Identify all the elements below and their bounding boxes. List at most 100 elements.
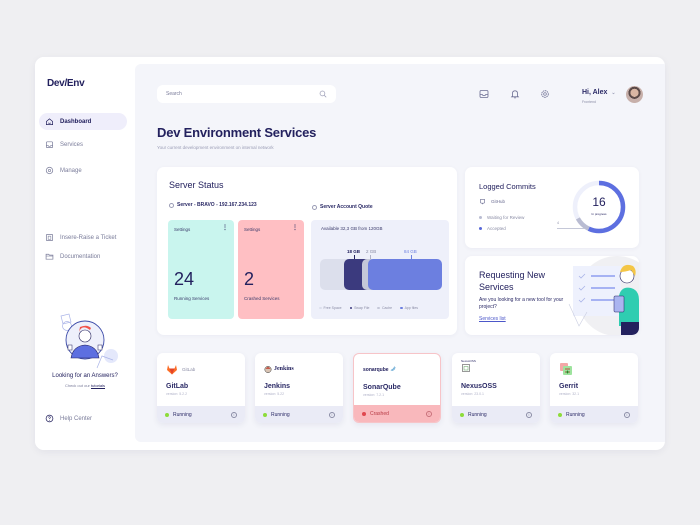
ticket-icon [45, 233, 54, 242]
status-badge: Running [263, 412, 290, 418]
running-services-tile[interactable]: Settings ⋮ 24 Running Services [168, 220, 234, 319]
commits-title: Logged Commits [479, 182, 536, 191]
logged-commits-card: Logged Commits GitHub Waiting for Review… [465, 167, 639, 248]
help-circle-icon [45, 414, 54, 423]
service-name: Gerrit [559, 383, 579, 390]
inbox-icon [479, 90, 489, 98]
service-status-bar: Running i [157, 406, 245, 423]
search-input[interactable] [166, 91, 296, 97]
info-icon[interactable]: i [624, 411, 630, 418]
more-vert-icon[interactable]: ⋮ [222, 225, 228, 231]
sidebar-item-dashboard[interactable]: Dashboard [39, 113, 127, 130]
sidebar-item-label: Dashboard [60, 118, 92, 125]
user-menu[interactable]: Hi, Alex ⌄ [582, 89, 616, 96]
status-badge: Running [460, 412, 487, 418]
info-icon[interactable]: i [426, 410, 432, 417]
service-status-bar: Crashed i [354, 405, 440, 422]
cache-size-label: 2 GB [366, 249, 377, 254]
commits-source: GitHub [479, 198, 505, 205]
jenkins-logo: Jenkins [264, 362, 294, 376]
legend-free-space: Free Space [319, 306, 342, 310]
crashed-label: Crashed Services [244, 296, 280, 301]
github-icon [480, 199, 485, 205]
settings-button[interactable] [540, 89, 550, 99]
service-name: GitLab [166, 383, 189, 390]
sidebar-item-label: Help Center [60, 415, 93, 422]
service-version: version: 32.1 [559, 392, 580, 396]
page-subtitle: Your current development environment on … [157, 145, 274, 150]
tile-header: Settings [174, 227, 191, 232]
sidebar-item-manage[interactable]: Manage [39, 162, 127, 179]
sidebar-item-raise-ticket[interactable]: Insere-Raise a Ticket [39, 229, 127, 246]
user-greeting: Hi, Alex [582, 89, 608, 96]
gerrit-icon [560, 363, 572, 375]
status-badge: Running [558, 412, 585, 418]
search-bar[interactable] [157, 85, 336, 103]
service-card-gerrit[interactable]: Gerrit version: 32.1 Running i [550, 353, 638, 423]
search-icon[interactable] [319, 90, 327, 98]
storage-available: Available 32,3 GB from 120GB [321, 226, 383, 231]
service-version: version: 5.2.2 [166, 392, 188, 396]
more-vert-icon[interactable]: ⋮ [292, 225, 298, 231]
help-title: Looking for an Answers? [52, 373, 118, 379]
service-version: version: 7.2.1 [363, 393, 385, 397]
service-card-sonarqube[interactable]: sonarqube SonarQube version: 7.2.1 Crash… [353, 353, 441, 423]
service-status-bar: Running i [550, 406, 638, 423]
chevron-down-icon: ⌄ [611, 89, 616, 96]
running-count: 24 [174, 269, 195, 289]
info-icon[interactable]: i [231, 411, 237, 418]
service-card-jenkins[interactable]: Jenkins Jenkins version: 5.22 Running i [255, 353, 343, 423]
app-window: Dev/Env Dashboard Services Manage Insere… [35, 57, 665, 450]
tutorials-link[interactable]: tutorials [91, 383, 105, 388]
swap-size-label: 18 GB [347, 249, 361, 254]
server-status-title: Server Status [169, 180, 224, 190]
service-name: NexusOSS [461, 383, 497, 390]
app-logo[interactable]: Dev/Env [47, 78, 85, 89]
running-label: Running Services [174, 296, 210, 301]
quote-label: Server Account Quote [312, 204, 373, 210]
gitlab-logo: GitLab [166, 362, 195, 376]
crashed-services-tile[interactable]: Settings ⋮ 2 Crashed Services [238, 220, 304, 319]
sidebar-item-label: Documentation [60, 253, 101, 260]
services-list-link[interactable]: Services list [479, 316, 506, 322]
commits-count-label: In progress [591, 212, 607, 216]
request-services-card: Requesting New Services Are you looking … [465, 256, 639, 335]
service-card-gitlab[interactable]: GitLab GitLab version: 5.2.2 Running i [157, 353, 245, 423]
info-icon[interactable]: i [329, 411, 335, 418]
notifications-button[interactable] [510, 89, 520, 99]
storage-legend: Free Space Swap File Cache App files [319, 306, 418, 310]
service-name: SonarQube [363, 384, 401, 391]
request-title: Requesting New Services [479, 270, 546, 292]
help-subtitle: Check out our tutorials [64, 383, 106, 388]
service-name: Jenkins [264, 383, 291, 390]
gear-icon [45, 166, 54, 175]
app-files-segment [368, 259, 442, 290]
sidebar-item-help-center[interactable]: Help Center [39, 410, 127, 427]
legend-app-files: App files [400, 306, 418, 310]
crashed-count: 2 [244, 269, 255, 289]
legend-waiting: Waiting for Review [479, 215, 524, 220]
tile-header: Settings [244, 227, 261, 232]
sonarqube-logo: sonarqube [363, 363, 396, 377]
gerrit-logo [559, 362, 573, 376]
request-illustration [568, 256, 639, 335]
gitlab-icon [167, 364, 177, 374]
bell-icon [510, 90, 520, 99]
inbox-button[interactable] [479, 89, 489, 99]
nexus-icon [462, 364, 470, 372]
inbox-icon [45, 140, 54, 149]
sidebar-item-documentation[interactable]: Documentation [39, 248, 127, 265]
jenkins-icon [264, 365, 272, 373]
status-badge: Running [165, 412, 192, 418]
sidebar-item-label: Manage [60, 167, 82, 174]
legend-accepted: Accepted [479, 226, 506, 231]
sidebar-item-services[interactable]: Services [39, 136, 127, 153]
side-value: 4 [557, 221, 559, 225]
home-icon [45, 117, 54, 126]
app-size-label: 84 GB [404, 249, 417, 254]
nexus-logo: NexusOSS [461, 359, 476, 373]
service-card-nexusoss[interactable]: NexusOSS NexusOSS version: 23.0.1 Runnin… [452, 353, 540, 423]
service-version: version: 23.0.1 [461, 392, 484, 396]
avatar[interactable] [626, 86, 643, 103]
info-icon[interactable]: i [526, 411, 532, 418]
